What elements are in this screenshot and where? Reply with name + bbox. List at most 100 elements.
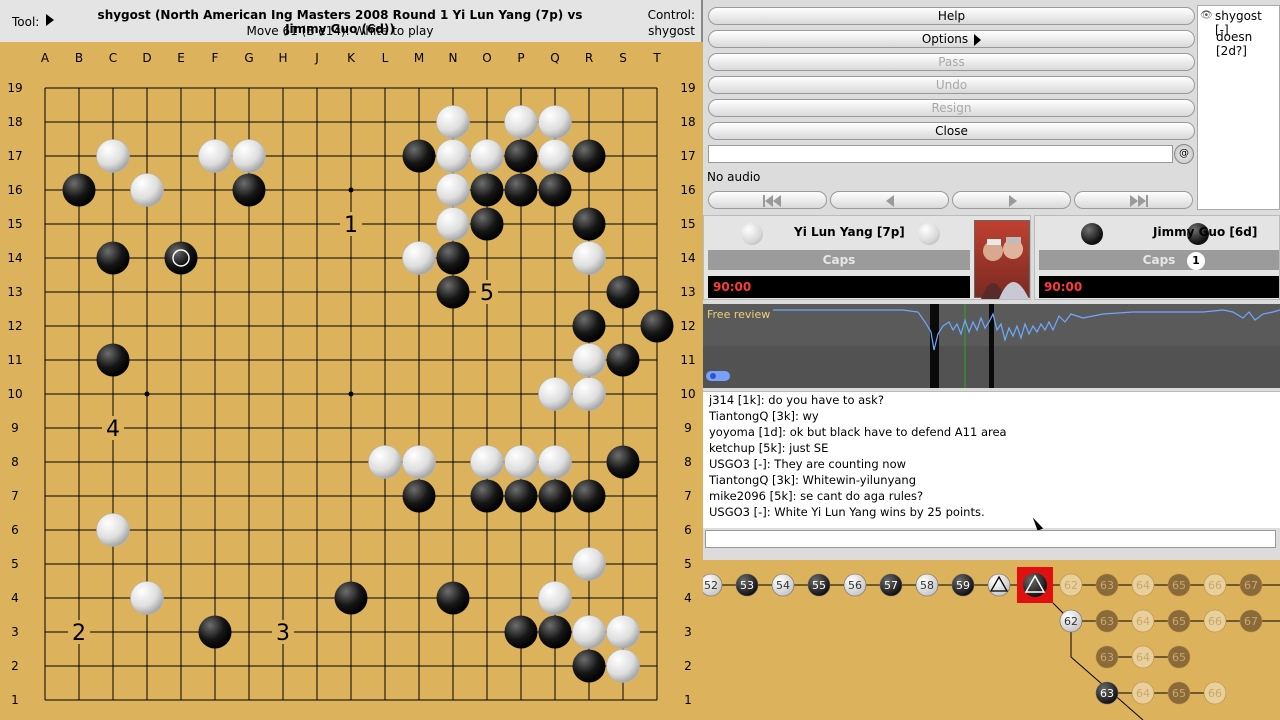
undo-button[interactable]: Undo (708, 76, 1195, 94)
white-stone (436, 207, 470, 241)
column-label: J (314, 51, 319, 65)
help-button[interactable]: Help (708, 7, 1195, 25)
black-stone (62, 173, 96, 207)
options-button[interactable]: Options (708, 30, 1195, 48)
black-player-name: Jimmy Guo [6d] (1153, 225, 1258, 239)
row-label: 12 (680, 319, 695, 333)
black-stone (572, 309, 606, 343)
score-graph[interactable]: Free review (703, 304, 1280, 388)
chat-message: j314 [1k]: do you have to ask? (709, 393, 884, 407)
chat-message: yoyoma [1d]: ok but black have to defend… (709, 425, 1007, 439)
go-board[interactable]: A B C D E F G H J K L M N O P Q R S T 1 1 2 2 3 3 4 4 5 5 6 6 7 7 8 8 9 9 10 1… (0, 42, 703, 720)
row-label: 16 (680, 183, 695, 197)
black-stone (572, 649, 606, 683)
previous-move-button[interactable] (830, 191, 949, 209)
last-move-button[interactable] (1074, 191, 1193, 209)
white-stone (402, 445, 436, 479)
black-stone (470, 173, 504, 207)
user-list-item[interactable]: doesn [2d?] (1216, 30, 1279, 58)
command-settings-icon[interactable]: @ (1174, 144, 1194, 164)
white-stone (538, 105, 572, 139)
row-label: 3 (11, 625, 19, 639)
row-label: 15 (680, 217, 695, 231)
white-stone (368, 445, 402, 479)
tree-node-label: 63 (1100, 687, 1114, 700)
tree-node-label: 57 (884, 579, 898, 592)
board-canvas[interactable]: A B C D E F G H J K L M N O P Q R S T1 12 23 34 45 56 67 78 89 910 1… (0, 42, 703, 720)
black-stone (640, 309, 674, 343)
game-title-bar: Tool: shygost (North American Ing Master… (0, 0, 703, 42)
tree-node-label: 62 (1064, 579, 1078, 592)
black-stone (436, 581, 470, 615)
white-stone (470, 445, 504, 479)
black-clock: 90:00 (1039, 276, 1279, 298)
game-tree[interactable]: 52 53 54 55 56 57 58 59 62 63 64 65 66 67 62 63 64 65 66 67… (703, 560, 1280, 720)
audio-status: No audio (707, 170, 761, 184)
black-stone (96, 241, 130, 275)
white-clock: 90:00 (708, 276, 970, 298)
chat-message: TiantongQ [3k]: Whitewin-yilunyang (709, 473, 917, 487)
star-point (144, 391, 150, 397)
column-label: G (244, 51, 253, 65)
white-stone (572, 377, 606, 411)
game-tree-canvas[interactable]: 52 53 54 55 56 57 58 59 62 63 64 65 66 67 62 63 64 65 66 67… (703, 560, 1280, 720)
white-stone-icon (918, 223, 940, 245)
black-stone (572, 207, 606, 241)
white-stone (470, 139, 504, 173)
tree-node-label: 54 (776, 579, 790, 592)
tree-node-label: 64 (1136, 615, 1150, 628)
tree-node-label: 64 (1136, 579, 1150, 592)
move-number-marker: 5 (480, 281, 494, 306)
black-stone (572, 139, 606, 173)
player-photo (974, 220, 1030, 299)
white-stone (96, 513, 130, 547)
user-list[interactable]: 👁 shygost [-] doesn [2d?] (1197, 5, 1280, 210)
first-move-button[interactable] (708, 191, 827, 209)
column-label: E (177, 51, 185, 65)
tree-node-label: 52 (704, 579, 718, 592)
column-label: N (449, 51, 458, 65)
move-number-marker: 3 (276, 621, 290, 646)
black-stone (504, 615, 538, 649)
white-stone (436, 173, 470, 207)
tree-node-label: 67 (1244, 579, 1258, 592)
tree-node-label: 53 (740, 579, 754, 592)
white-stone (572, 343, 606, 377)
black-capture-count: 1 (1187, 252, 1205, 270)
black-stone (606, 445, 640, 479)
observer-eye-icon: 👁 (1200, 10, 1213, 21)
tool-menu-arrow-icon[interactable] (46, 14, 54, 26)
row-label: 16 (7, 183, 22, 197)
white-stone (572, 615, 606, 649)
row-label: 13 (7, 285, 22, 299)
white-stone (130, 581, 164, 615)
resign-button[interactable]: Resign (708, 99, 1195, 117)
row-label: 11 (7, 353, 22, 367)
rewind-all-icon (763, 195, 781, 207)
move-status: Move 61 (B e14): White to play (246, 24, 434, 38)
black-stone (164, 241, 198, 275)
command-input[interactable] (708, 145, 1173, 163)
black-stone (470, 479, 504, 513)
white-stone (436, 105, 470, 139)
chat-message: ketchup [5k]: just SE (709, 441, 829, 455)
row-label: 10 (7, 387, 22, 401)
next-move-button[interactable] (952, 191, 1071, 209)
black-stone (606, 275, 640, 309)
row-label: 19 (680, 81, 695, 95)
black-stone-icon (1081, 223, 1103, 245)
black-stone (504, 139, 538, 173)
close-button[interactable]: Close (708, 122, 1195, 140)
white-stone (130, 173, 164, 207)
tree-node-label: 64 (1136, 687, 1150, 700)
black-stone (436, 241, 470, 275)
column-label: K (347, 51, 356, 65)
chat-message: TiantongQ [3k]: wy (709, 409, 819, 423)
chat-log[interactable]: j314 [1k]: do you have to ask? TiantongQ… (703, 391, 1280, 531)
row-label: 7 (11, 489, 19, 503)
options-arrow-icon (974, 33, 982, 46)
row-label: 8 (684, 455, 692, 469)
chat-input[interactable] (705, 530, 1276, 548)
row-label: 4 (11, 591, 19, 605)
pass-button[interactable]: Pass (708, 53, 1195, 71)
